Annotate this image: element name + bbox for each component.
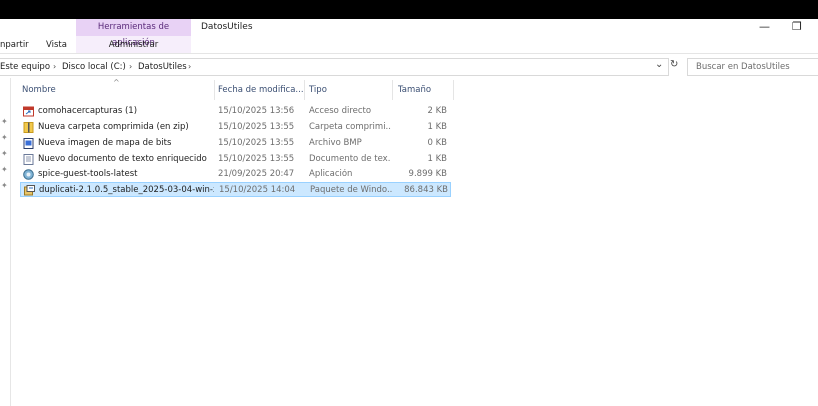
column-divider[interactable] bbox=[214, 80, 215, 100]
pin-icon: ✦ bbox=[1, 165, 8, 174]
context-tab-group: Herramientas de aplicación Administrar bbox=[76, 19, 191, 53]
file-name: spice-guest-tools-latest bbox=[38, 169, 138, 179]
address-bar[interactable]: Este equipo › Disco local (C:) › DatosUt… bbox=[0, 58, 669, 76]
breadcrumb-datosutiles[interactable]: DatosUtiles bbox=[138, 62, 187, 72]
file-name: Nueva carpeta comprimida (en zip) bbox=[38, 122, 189, 132]
breadcrumb-separator[interactable]: › bbox=[188, 62, 191, 71]
file-size: 1 KB bbox=[427, 154, 447, 164]
rtf-document-icon bbox=[23, 154, 34, 165]
navigation-pane[interactable]: ✦ ✦ ✦ ✦ ✦ bbox=[0, 78, 11, 406]
file-type: Carpeta comprimi... bbox=[309, 122, 391, 132]
chevron-down-icon[interactable]: ⌄ bbox=[655, 59, 663, 70]
column-header-date[interactable]: Fecha de modifica... bbox=[218, 85, 304, 95]
file-date: 21/09/2025 20:47 bbox=[218, 169, 295, 179]
file-name: Nueva imagen de mapa de bits bbox=[38, 138, 172, 148]
search-placeholder: Buscar en DatosUtiles bbox=[696, 62, 790, 72]
title-bar bbox=[0, 0, 818, 19]
application-icon bbox=[23, 169, 34, 180]
breadcrumb-disco-local[interactable]: Disco local (C:) bbox=[62, 62, 126, 72]
column-divider[interactable] bbox=[453, 80, 454, 100]
context-tab-label: Herramientas de aplicación bbox=[76, 19, 191, 48]
table-row[interactable]: Nuevo documento de texto enriquecido 15/… bbox=[20, 152, 451, 167]
tab-vista[interactable]: Vista bbox=[46, 40, 67, 50]
minimize-button[interactable]: — bbox=[759, 19, 770, 35]
tab-administrar[interactable]: Administrar bbox=[76, 37, 191, 53]
pin-icon: ✦ bbox=[1, 133, 8, 142]
file-name: Nuevo documento de texto enriquecido bbox=[38, 154, 207, 164]
file-size: 9.899 KB bbox=[408, 169, 447, 179]
file-date: 15/10/2025 13:55 bbox=[218, 138, 295, 148]
file-size: 2 KB bbox=[427, 106, 447, 116]
column-divider[interactable] bbox=[392, 80, 393, 100]
zip-folder-icon bbox=[23, 122, 34, 133]
column-header-name[interactable]: Nombre bbox=[22, 85, 56, 95]
table-row[interactable]: Nueva imagen de mapa de bits 15/10/2025 … bbox=[20, 136, 451, 151]
table-row[interactable]: spice-guest-tools-latest 21/09/2025 20:4… bbox=[20, 167, 451, 182]
sort-ascending-icon: ^ bbox=[113, 78, 120, 87]
search-input[interactable]: Buscar en DatosUtiles bbox=[687, 58, 818, 76]
file-date: 15/10/2025 14:04 bbox=[219, 185, 296, 195]
file-type: Documento de tex... bbox=[309, 154, 391, 164]
file-type: Paquete de Windo... bbox=[310, 185, 392, 195]
column-header-type[interactable]: Tipo bbox=[309, 85, 327, 95]
ribbon: Herramientas de aplicación Administrar D… bbox=[0, 19, 818, 54]
table-row[interactable]: Nueva carpeta comprimida (en zip) 15/10/… bbox=[20, 120, 451, 135]
file-date: 15/10/2025 13:55 bbox=[218, 122, 295, 132]
breadcrumb-este-equipo[interactable]: Este equipo bbox=[0, 62, 50, 72]
breadcrumb-separator[interactable]: › bbox=[53, 62, 56, 71]
address-bar-row: Este equipo › Disco local (C:) › DatosUt… bbox=[0, 58, 818, 76]
file-size: 1 KB bbox=[427, 122, 447, 132]
file-name: duplicati-2.1.0.5_stable_2025-03-04-win-… bbox=[39, 185, 214, 195]
file-type: Archivo BMP bbox=[309, 138, 362, 148]
shortcut-icon bbox=[23, 106, 34, 117]
table-row-selected[interactable]: duplicati-2.1.0.5_stable_2025-03-04-win-… bbox=[20, 182, 451, 197]
window-title: DatosUtiles bbox=[201, 22, 253, 32]
file-type: Acceso directo bbox=[309, 106, 372, 116]
pin-icon: ✦ bbox=[1, 117, 8, 126]
file-date: 15/10/2025 13:55 bbox=[218, 154, 295, 164]
breadcrumb-separator[interactable]: › bbox=[129, 62, 132, 71]
bitmap-icon bbox=[23, 138, 34, 149]
column-header-size[interactable]: Tamaño bbox=[398, 85, 431, 95]
file-type: Aplicación bbox=[309, 169, 353, 179]
refresh-icon[interactable]: ↻ bbox=[670, 59, 678, 70]
pin-icon: ✦ bbox=[1, 149, 8, 158]
file-name: comohacercapturas (1) bbox=[38, 106, 138, 116]
file-size: 0 KB bbox=[427, 138, 447, 148]
msi-package-icon bbox=[24, 185, 35, 196]
tab-compartir[interactable]: npartir bbox=[0, 40, 29, 50]
restore-button[interactable]: ❐ bbox=[792, 19, 802, 35]
file-date: 15/10/2025 13:56 bbox=[218, 106, 295, 116]
file-size: 86.843 KB bbox=[404, 185, 448, 195]
table-row[interactable]: comohacercapturas (1) 15/10/2025 13:56 A… bbox=[20, 104, 451, 119]
column-divider[interactable] bbox=[304, 80, 305, 100]
pin-icon: ✦ bbox=[1, 181, 8, 190]
